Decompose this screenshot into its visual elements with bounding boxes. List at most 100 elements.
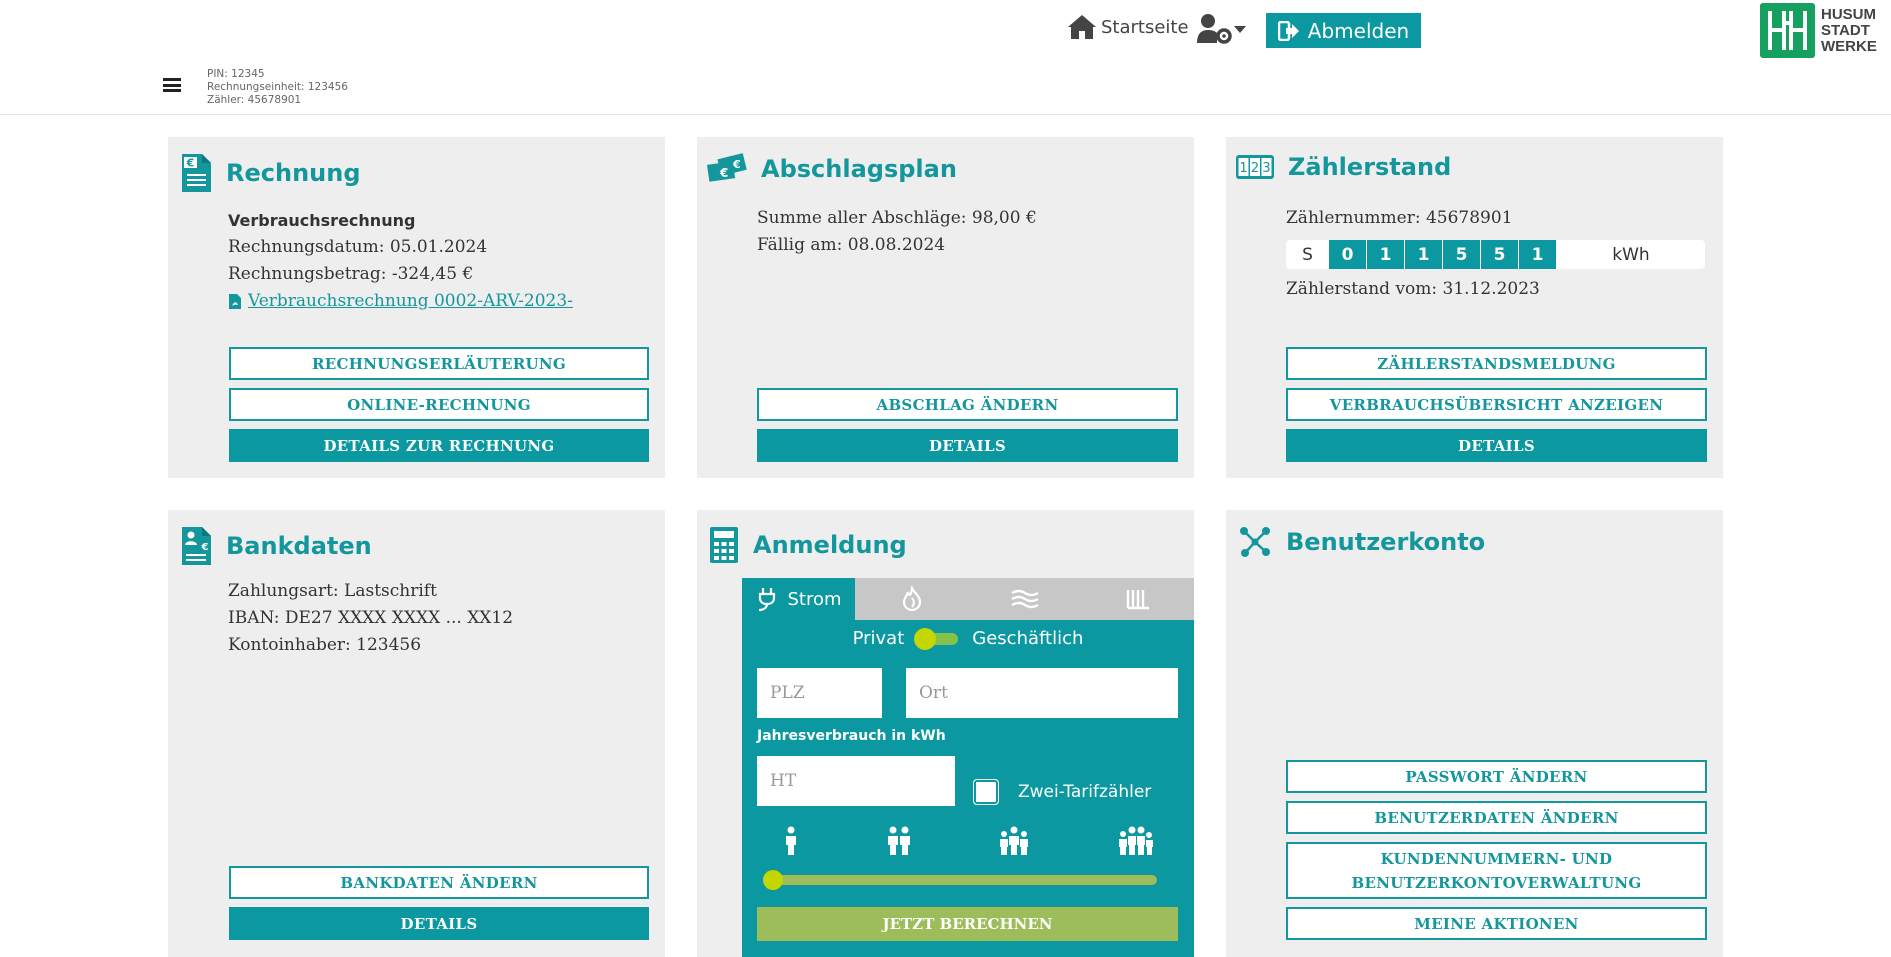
svg-text:2: 2 (1251, 161, 1259, 176)
invoice-type: Verbrauchsrechnung (228, 211, 416, 230)
card-abschlagsplan: € € Abschlagsplan Summe aller Abschläge: … (697, 137, 1194, 478)
account-meta: PIN: 12345 Rechnungseinheit: 123456 Zähl… (207, 68, 348, 107)
meine-aktionen-button[interactable]: MEINE AKTIONEN (1286, 907, 1707, 940)
logo-mark-icon (1760, 3, 1815, 58)
card-zaehlerstand: 123 Zählerstand Zählernummer: 45678901 S… (1226, 137, 1723, 478)
card-body: Zahlungsart: Lastschrift IBAN: DE27 XXXX… (228, 578, 513, 659)
tab-strom-label: Strom (787, 588, 842, 610)
meter-digit: 1 (1405, 240, 1443, 269)
card-header: 123 Zählerstand (1236, 153, 1451, 181)
zaehlerstand-vom: Zählerstand vom: 31.12.2023 (1286, 279, 1540, 299)
bankdaten-aendern-button[interactable]: BANKDATEN ÄNDERN (229, 866, 649, 899)
meta-rechnungseinheit: Rechnungseinheit: 123456 (207, 81, 348, 93)
bankdaten-details-button[interactable]: DETAILS (229, 907, 649, 940)
zwei-tarif-checkbox[interactable] (974, 780, 998, 804)
card-title: Rechnung (226, 159, 361, 187)
bank-document-icon: € (182, 527, 211, 565)
person-2-icon[interactable] (887, 826, 911, 856)
meter-digits-icon: 123 (1236, 155, 1274, 179)
chevron-down-icon (1234, 26, 1246, 33)
gas-flame-icon (902, 586, 921, 612)
rechnungserlaeuterung-button[interactable]: RECHNUNGSERLÄUTERUNG (229, 347, 649, 380)
water-waves-icon (1010, 589, 1039, 609)
kontoverwaltung-button[interactable]: KUNDENNUMMERN- UND BENUTZERKONTOVERWALTU… (1286, 842, 1707, 899)
tab-wasser[interactable] (968, 578, 1081, 620)
card-header: Anmeldung (709, 526, 907, 564)
tab-waerme[interactable] (1081, 578, 1194, 620)
kontoinhaber: Kontoinhaber: 123456 (228, 635, 422, 655)
card-benutzerkonto: Benutzerkonto PASSWORT ÄNDERN BENUTZERDA… (1226, 510, 1723, 957)
svg-text:€: € (201, 542, 209, 553)
meter-digit: 1 (1367, 240, 1405, 269)
tab-gas[interactable] (855, 578, 968, 620)
svg-text:€: € (732, 158, 741, 171)
calculator-icon (710, 527, 738, 563)
zahlungsart: Zahlungsart: Lastschrift (228, 581, 437, 601)
logout-label: Abmelden (1307, 18, 1410, 43)
card-body: Verbrauchsrechnung Rechnungsdatum: 05.01… (228, 207, 573, 315)
card-body: Summe aller Abschläge: 98,00 € Fällig am… (757, 205, 1037, 259)
home-label: Startseite (1101, 16, 1189, 38)
passwort-aendern-button[interactable]: PASSWORT ÄNDERN (1286, 760, 1707, 793)
user-settings-icon (1197, 14, 1232, 44)
person-1-icon[interactable] (784, 826, 798, 856)
user-settings-menu[interactable] (1197, 13, 1247, 45)
card-header: € € Abschlagsplan (707, 153, 957, 185)
card-header: Benutzerkonto (1238, 526, 1485, 558)
meter-digit: 5 (1481, 240, 1519, 269)
jahresverbrauch-label: Jahresverbrauch in kWh (757, 728, 946, 744)
person-3-icon[interactable] (999, 826, 1029, 856)
tab-strom[interactable]: Strom (742, 578, 855, 620)
money-euro-icon: €€ (707, 153, 747, 182)
invoice-amount: Rechnungsbetrag: -324,45 € (228, 264, 474, 284)
card-title: Abschlagsplan (761, 155, 957, 183)
meter-digit: 1 (1519, 240, 1557, 269)
meter-unit: kWh (1612, 244, 1650, 265)
verbrauchsuebersicht-button[interactable]: VERBRAUCHSÜBERSICHT ANZEIGEN (1286, 388, 1707, 421)
slider-handle[interactable] (763, 870, 783, 890)
plz-input[interactable]: PLZ (757, 668, 882, 718)
abschlag-details-button[interactable]: DETAILS (757, 429, 1178, 462)
card-title: Bankdaten (226, 532, 372, 560)
jetzt-berechnen-button[interactable]: JETZT BERECHNEN (757, 907, 1178, 941)
top-header: PIN: 12345 Rechnungseinheit: 123456 Zähl… (0, 0, 1891, 115)
kontoverwaltung-line2: BENUTZERKONTOVERWALTUNG (1351, 873, 1642, 892)
pdf-file-icon (229, 294, 241, 309)
customer-type-switch[interactable] (914, 627, 959, 650)
heating-icon (1126, 590, 1149, 610)
invoice-pdf-link[interactable]: Verbrauchsrechnung 0002-ARV-2023- (248, 288, 573, 315)
meter-reading-display: S 0 1 1 5 5 1 kWh (1286, 240, 1705, 269)
card-title: Benutzerkonto (1286, 528, 1486, 556)
network-nodes-icon (1240, 527, 1270, 557)
switch-knob (914, 627, 937, 650)
hamburger-menu-icon[interactable] (163, 78, 181, 92)
meta-zaehler: Zähler: 45678901 (207, 94, 302, 106)
husum-stadtwerke-logo[interactable]: HUSUM STADT WERKE (1760, 3, 1877, 58)
consumption-slider[interactable] (763, 870, 1157, 890)
card-body: Zählernummer: 45678901 (1286, 205, 1513, 232)
iban: IBAN: DE27 XXXX XXXX ... XX12 (228, 608, 514, 628)
kontoverwaltung-line1: KUNDENNUMMERN- UND (1380, 849, 1613, 868)
zaehlerstand-details-button[interactable]: DETAILS (1286, 429, 1707, 462)
pdf-link-row: Verbrauchsrechnung 0002-ARV-2023- (228, 288, 573, 315)
abschlag-summe: Summe aller Abschläge: 98,00 € (757, 208, 1037, 228)
ort-input[interactable]: Ort (906, 668, 1178, 718)
customer-type-toggle-row: Privat Geschäftlich (742, 627, 1194, 650)
card-title: Zählerstand (1288, 153, 1452, 181)
svg-text:€: € (186, 157, 195, 170)
zwei-tarif-label: Zwei-Tarifzähler (1018, 782, 1152, 802)
card-title: Anmeldung (753, 531, 907, 559)
benutzerdaten-aendern-button[interactable]: BENUTZERDATEN ÄNDERN (1286, 801, 1707, 834)
energy-tabs: Strom (742, 578, 1194, 620)
logout-button[interactable]: Abmelden (1266, 13, 1421, 48)
abschlag-aendern-button[interactable]: ABSCHLAG ÄNDERN (757, 388, 1178, 421)
person-4-icon[interactable] (1118, 826, 1154, 856)
home-link[interactable]: Startseite (1067, 14, 1189, 40)
online-rechnung-button[interactable]: ONLINE-RECHNUNG (229, 388, 649, 421)
details-zur-rechnung-button[interactable]: DETAILS ZUR RECHNUNG (229, 429, 649, 462)
ht-input[interactable]: HT (757, 756, 955, 806)
svg-text:1: 1 (1239, 161, 1247, 176)
meter-prefix: S (1302, 244, 1313, 265)
abschlag-faellig: Fällig am: 08.08.2024 (757, 235, 946, 255)
zaehlerstandsmeldung-button[interactable]: ZÄHLERSTANDSMELDUNG (1286, 347, 1707, 380)
